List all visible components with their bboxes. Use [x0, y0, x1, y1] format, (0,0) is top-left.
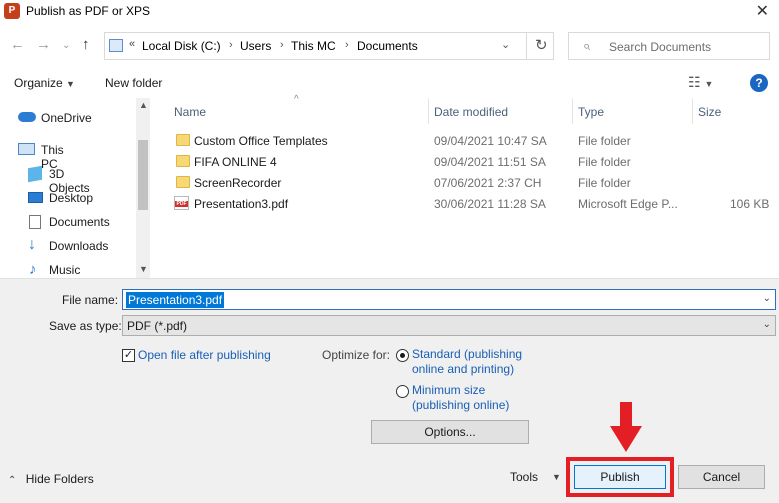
save-type-select[interactable]: PDF (*.pdf) ⌄ — [122, 315, 776, 336]
folder-icon — [176, 176, 190, 188]
folder-icon — [176, 134, 190, 146]
scroll-down-icon[interactable]: ▼ — [139, 264, 148, 274]
chevron-down-icon[interactable]: ⌄ — [763, 293, 771, 304]
breadcrumb-this-mc[interactable]: This MC — [291, 39, 336, 53]
powerpoint-icon: P — [4, 3, 20, 19]
column-divider[interactable] — [572, 98, 573, 124]
column-header-type[interactable]: Type — [578, 105, 604, 119]
documents-icon — [29, 215, 41, 229]
navigation-scrollbar[interactable]: ▲ ▼ — [136, 98, 150, 278]
optimize-label: Optimize for: — [322, 348, 391, 362]
file-name-input[interactable]: Presentation3.pdf ⌄ — [122, 289, 776, 310]
file-row[interactable]: PDF Presentation3.pdf 30/06/2021 11:28 S… — [166, 193, 779, 214]
chevron-down-icon[interactable]: ▼ — [552, 472, 561, 482]
music-icon: ♪ — [29, 261, 37, 278]
close-icon[interactable]: ✕ — [756, 1, 769, 21]
help-icon[interactable]: ? — [750, 74, 768, 92]
address-dropdown-icon[interactable]: ⌄ — [501, 38, 510, 51]
search-icon: ⌕ — [583, 38, 591, 53]
chevron-down-icon: ▼ — [704, 79, 714, 89]
file-name-value: Presentation3.pdf — [126, 292, 225, 308]
navigation-pane: OneDrive This PC 3D Objects Desktop Docu… — [0, 98, 150, 278]
chevron-down-icon: ▼ — [66, 79, 75, 89]
file-type: Microsoft Edge P... — [578, 197, 678, 211]
file-row[interactable]: ScreenRecorder 07/06/2021 2:37 CH File f… — [166, 172, 779, 193]
sort-ascending-icon: ^ — [294, 94, 299, 105]
toolbar: Organize ▼ New folder ☷ ▼ ? — [0, 70, 779, 98]
save-options-panel: File name: Presentation3.pdf ⌄ Save as t… — [0, 278, 779, 503]
file-size: 106 KB — [730, 197, 770, 211]
file-date: 09/04/2021 11:51 SA — [434, 155, 546, 169]
new-folder-button[interactable]: New folder — [105, 76, 162, 90]
up-arrow-icon[interactable]: ↑ — [82, 36, 90, 53]
organize-button[interactable]: Organize ▼ — [14, 76, 75, 90]
file-name: ScreenRecorder — [194, 176, 282, 190]
column-divider[interactable] — [428, 98, 429, 124]
pc-icon — [109, 39, 123, 52]
hide-folders-button[interactable]: ⌃ Hide Folders — [8, 472, 94, 486]
folder-icon — [176, 155, 190, 167]
column-divider[interactable] — [692, 98, 693, 124]
column-header-name[interactable]: Name — [174, 105, 206, 119]
back-arrow-icon[interactable]: ← — [10, 36, 25, 53]
options-button[interactable]: Options... — [371, 420, 529, 444]
title-bar: P Publish as PDF or XPS ✕ — [0, 0, 779, 24]
scrollbar-thumb[interactable] — [138, 140, 148, 210]
cloud-icon — [18, 112, 36, 122]
red-arrow-icon — [610, 402, 642, 452]
open-after-label[interactable]: Open file after publishing — [138, 348, 271, 362]
divider — [526, 33, 527, 59]
breadcrumb-separator-icon[interactable]: › — [345, 39, 349, 51]
recent-locations-chevron-icon[interactable]: ⌄ — [62, 40, 70, 51]
chevron-down-icon: ⌄ — [762, 319, 771, 330]
view-options-icon[interactable]: ☷ ▼ — [688, 74, 713, 91]
breadcrumb-users[interactable]: Users — [240, 39, 271, 53]
standard-radio-label[interactable]: Standard (publishing online and printing… — [412, 347, 522, 377]
scroll-up-icon[interactable]: ▲ — [139, 100, 148, 110]
cube-icon — [28, 165, 42, 183]
minimum-size-radio[interactable] — [396, 385, 409, 398]
breadcrumb-separator-icon[interactable]: › — [229, 39, 233, 51]
file-type: File folder — [578, 155, 631, 169]
file-name: Presentation3.pdf — [194, 197, 289, 211]
tools-button[interactable]: Tools — [510, 470, 538, 484]
minimum-size-radio-label[interactable]: Minimum size (publishing online) — [412, 383, 509, 413]
save-type-label: Save as type: — [49, 319, 122, 333]
file-row[interactable]: FIFA ONLINE 4 09/04/2021 11:51 SA File f… — [166, 151, 779, 172]
download-icon: ↓ — [28, 236, 36, 253]
window-title: Publish as PDF or XPS — [26, 4, 151, 18]
breadcrumb-separator-icon[interactable]: › — [280, 39, 284, 51]
column-header-date[interactable]: Date modified — [434, 105, 508, 119]
file-type: File folder — [578, 176, 631, 190]
file-name: Custom Office Templates — [194, 134, 328, 148]
address-bar[interactable]: « Local Disk (C:) › Users › This MC › Do… — [104, 32, 554, 60]
file-name-label: File name: — [62, 293, 119, 307]
save-type-value: PDF (*.pdf) — [127, 319, 188, 333]
file-date: 07/06/2021 2:37 CH — [434, 176, 542, 190]
chevron-up-icon: ⌃ — [8, 475, 17, 486]
radio-selected-dot — [400, 353, 405, 358]
file-name: FIFA ONLINE 4 — [194, 155, 277, 169]
publish-button[interactable]: Publish — [574, 465, 666, 489]
file-list-header: ^ Name Date modified Type Size — [166, 94, 779, 126]
file-type: File folder — [578, 134, 631, 148]
file-row[interactable]: Custom Office Templates 09/04/2021 10:47… — [166, 130, 779, 151]
standard-radio[interactable] — [396, 349, 409, 362]
breadcrumb-local-disk[interactable]: Local Disk (C:) — [142, 39, 221, 53]
overflow-chevrons-icon[interactable]: « — [129, 38, 135, 50]
column-header-size[interactable]: Size — [698, 105, 721, 119]
search-placeholder: Search Documents — [609, 40, 712, 54]
forward-arrow-icon[interactable]: → — [36, 36, 51, 53]
file-date: 09/04/2021 10:47 SA — [434, 134, 547, 148]
cancel-button[interactable]: Cancel — [678, 465, 765, 489]
open-after-checkbox[interactable]: ✓ — [122, 349, 135, 362]
search-input[interactable]: ⌕ Search Documents — [568, 32, 770, 60]
desktop-icon — [28, 192, 43, 203]
pdf-icon: PDF — [174, 196, 189, 210]
breadcrumb-documents[interactable]: Documents — [357, 39, 418, 53]
refresh-icon[interactable]: ↻ — [535, 36, 548, 54]
pc-icon — [18, 143, 35, 155]
file-date: 30/06/2021 11:28 SA — [434, 197, 546, 211]
